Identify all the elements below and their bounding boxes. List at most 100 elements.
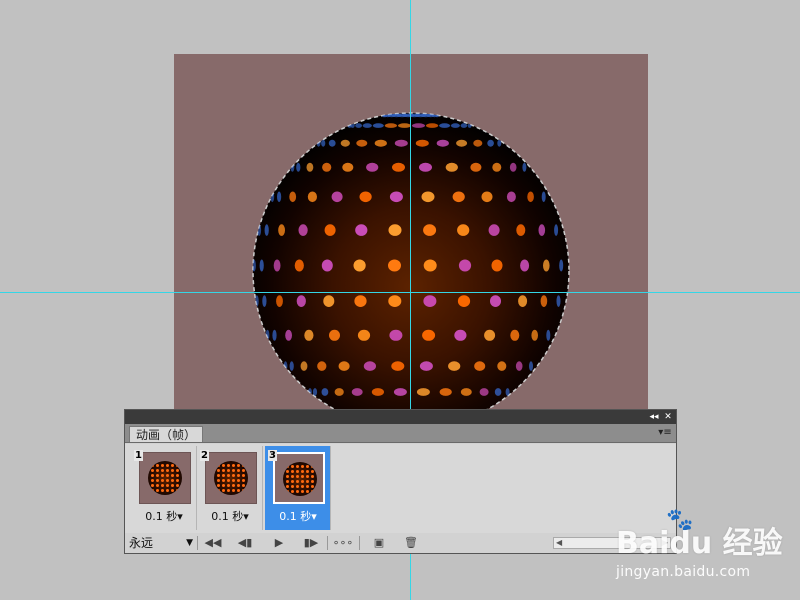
sphere-dot <box>492 162 502 172</box>
sphere-dot <box>342 162 354 172</box>
sphere-dot <box>306 162 314 172</box>
sphere-dot <box>351 388 363 396</box>
sphere-dot <box>276 295 283 307</box>
sphere-dot <box>481 191 493 203</box>
sphere-dot <box>473 139 483 147</box>
tween-icon[interactable]: ∘∘∘ <box>331 535 355 551</box>
frame-delay-dropdown[interactable]: 0.1 秒▾ <box>265 510 331 524</box>
sphere-dot <box>262 295 267 307</box>
sphere-dot <box>419 162 432 172</box>
collapse-panel-icon[interactable]: ◂◂ <box>648 411 660 423</box>
sphere-dot <box>259 259 264 272</box>
frame-thumbnail <box>139 452 191 504</box>
frame-delay-dropdown[interactable]: 0.1 秒▾ <box>131 510 197 524</box>
sphere-dot <box>294 259 304 272</box>
sphere-dot <box>323 295 335 307</box>
chevron-down-icon: ▼ <box>186 538 193 548</box>
sphere-dot <box>515 361 523 371</box>
sphere-dot <box>467 123 472 128</box>
divider <box>327 536 328 550</box>
sphere-dot <box>423 224 437 236</box>
watermark-url: jingyan.baidu.com <box>616 564 751 580</box>
divider <box>197 536 198 550</box>
sphere-dot <box>372 123 384 128</box>
frame-1[interactable]: 1 0.1 秒▾ <box>131 446 197 530</box>
sphere-dot <box>285 329 292 341</box>
sphere-dot <box>458 259 472 272</box>
sphere-dot <box>388 295 402 307</box>
sphere-dot <box>487 139 494 147</box>
panel-menu-icon[interactable]: ▾≡ <box>658 427 672 439</box>
panel-titlebar: ◂◂ ✕ <box>125 410 676 424</box>
new-frame-icon[interactable]: ▣ <box>367 535 391 551</box>
sphere-dot <box>289 361 294 371</box>
sphere-dot <box>359 191 372 203</box>
frame-number: 2 <box>200 450 209 461</box>
sphere-dot <box>494 388 502 396</box>
panel-tab-row: 动画（帧） ▾≡ <box>125 424 676 443</box>
sphere-dot <box>328 139 336 147</box>
sphere-dot <box>554 224 559 236</box>
frame-number: 3 <box>268 450 277 461</box>
scroll-left-icon[interactable]: ◀ <box>556 537 562 549</box>
sphere-dot <box>304 329 314 341</box>
previous-frame-icon[interactable]: ◀▮ <box>233 535 257 551</box>
sphere-dot <box>426 123 439 128</box>
loop-options-select[interactable]: 永远 ▼ <box>129 535 193 551</box>
frame-2[interactable]: 2 0.1 秒▾ <box>197 446 263 530</box>
sphere-dot <box>272 329 277 341</box>
sphere-dot <box>331 191 343 203</box>
sphere-dot <box>518 295 528 307</box>
next-frame-icon[interactable]: ▮▶ <box>299 535 323 551</box>
tab-animation-frames[interactable]: 动画（帧） <box>129 426 204 442</box>
play-icon[interactable]: ▶ <box>267 535 291 551</box>
animation-controls: 永远 ▼ ◀◀ ◀▮ ▶ ▮▶ ∘∘∘ ▣ 🗑 ◀ ▶ <box>125 533 676 553</box>
delete-frame-icon[interactable]: 🗑 <box>399 535 423 551</box>
sphere-dot <box>546 329 551 341</box>
sphere-dot <box>448 361 461 371</box>
close-panel-icon[interactable]: ✕ <box>662 411 674 423</box>
sphere-dot <box>522 162 527 172</box>
sphere-dot <box>357 329 371 341</box>
sphere-dot <box>374 139 387 147</box>
sphere-dot <box>423 295 437 307</box>
sphere-dot <box>457 295 471 307</box>
sphere-dot <box>366 162 379 172</box>
sphere-dot <box>389 329 403 341</box>
sphere-dot <box>296 295 306 307</box>
sphere-dot <box>516 224 526 236</box>
sphere-dot <box>460 388 472 396</box>
sphere-dot <box>329 329 340 341</box>
horizontal-guide[interactable] <box>0 292 800 293</box>
sphere-dot <box>317 361 327 371</box>
sphere-dot <box>423 259 437 272</box>
sphere-dot <box>456 139 468 147</box>
sphere-dot <box>531 329 538 341</box>
sphere-dot <box>474 361 486 371</box>
sphere-dot <box>355 224 368 236</box>
sphere-dot <box>354 295 367 307</box>
frame-3[interactable]: 3 0.1 秒▾ <box>265 446 331 530</box>
first-frame-icon[interactable]: ◀◀ <box>201 535 225 551</box>
sphere-dot <box>439 388 452 396</box>
sphere-dot <box>422 329 436 341</box>
baidu-watermark: 🐾 Baidu 经验 jingyan.baidu.com <box>616 508 800 592</box>
sphere-dot <box>541 191 546 203</box>
sphere-dot <box>356 139 368 147</box>
sphere-dot <box>289 191 297 203</box>
frame-delay-dropdown[interactable]: 0.1 秒▾ <box>197 510 263 524</box>
sphere-dot <box>470 162 482 172</box>
sphere-dot <box>457 224 470 236</box>
sphere-dot <box>450 123 460 128</box>
loop-value: 永远 <box>129 536 154 550</box>
sphere-dot <box>338 361 350 371</box>
sphere-dot <box>391 361 405 371</box>
sphere-dot <box>484 329 496 341</box>
sphere-dot <box>321 259 333 272</box>
sphere-dot <box>273 259 281 272</box>
sphere-dot <box>509 162 517 172</box>
sphere-dot <box>538 224 546 236</box>
sphere-dot <box>321 388 329 396</box>
sphere-dot <box>384 123 397 128</box>
sphere-dot <box>510 329 520 341</box>
